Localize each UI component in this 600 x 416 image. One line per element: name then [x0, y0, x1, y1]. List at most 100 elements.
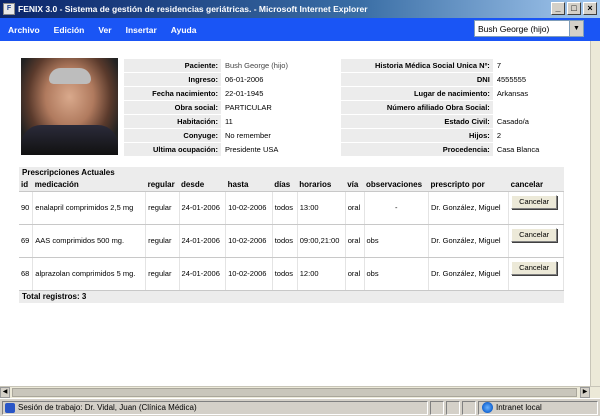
field-label: Conyuge:: [124, 129, 221, 142]
cell-prescripto: Dr. González, Miguel: [428, 257, 510, 291]
window-title: FENIX 3.0 - Sistema de gestión de reside…: [18, 4, 368, 14]
field-value: Bush George (hijo): [222, 59, 341, 72]
field-label: Obra social:: [124, 101, 221, 114]
menu-ayuda[interactable]: Ayuda: [171, 25, 197, 35]
cell-observaciones: -: [364, 191, 429, 225]
field-label: Número afiliado Obra Social:: [341, 101, 493, 114]
patient-info-row: Fecha nacimiento: 22-01-1945 Lugar de naci…: [124, 87, 563, 100]
cell-observaciones: obs: [364, 224, 429, 258]
menu-ver[interactable]: Ver: [98, 25, 111, 35]
table-row: 69 AAS comprimidos 500 mg. regular 24-01-20…: [19, 224, 564, 258]
table-row: 90 enalapril comprimidos 2,5 mg regular 24-…: [19, 191, 564, 225]
cell-cancelar: Cancelar: [508, 191, 564, 225]
cell-via: oral: [345, 257, 365, 291]
page-icon: [5, 402, 15, 413]
cell-prescripto: Dr. González, Miguel: [428, 224, 510, 258]
cell-regular: regular: [145, 191, 180, 225]
cell-dias: todos: [272, 191, 298, 225]
patient-info-row: Obra social: PARTICULAR Número afiliado Ob…: [124, 101, 563, 114]
window-title-bar[interactable]: F FENIX 3.0 - Sistema de gestión de resi…: [0, 0, 600, 18]
field-label: Habitación:: [124, 115, 221, 128]
field-label: Historia Médica Social Unica Nº:: [341, 59, 493, 72]
patient-info-row: Ultima ocupación: Presidente USA Procedenc…: [124, 143, 563, 156]
field-label: Procedencia:: [341, 143, 493, 156]
cancel-button[interactable]: Cancelar: [511, 260, 558, 275]
cell-prescripto: Dr. González, Miguel: [428, 191, 510, 225]
status-cell: [462, 400, 476, 415]
cell-medicacion: alprazolan comprimidos 5 mg.: [32, 257, 147, 291]
menu-edicion[interactable]: Edición: [54, 25, 85, 35]
cell-cancelar: Cancelar: [508, 257, 564, 291]
page-content: Paciente: Bush George (hijo) Historia Médi…: [0, 41, 590, 386]
prescriptions-table: id medicación regular desde hasta días horario…: [19, 178, 564, 291]
cell-cancelar: Cancelar: [508, 224, 564, 258]
column-header: cancelar: [508, 178, 564, 192]
cell-dias: todos: [272, 224, 298, 258]
cell-via: oral: [345, 191, 365, 225]
cell-hasta: 10-02-2006: [225, 224, 273, 258]
total-records: Total registros: 3: [19, 290, 564, 303]
status-cell: [446, 400, 460, 415]
cancel-button[interactable]: Cancelar: [511, 194, 558, 209]
patient-info-row: Habitación: 11 Estado Civil: Casado/a: [124, 115, 563, 128]
menu-archivo[interactable]: Archivo: [8, 25, 40, 35]
cell-medicacion: AAS comprimidos 500 mg.: [32, 224, 147, 258]
field-value: 7: [493, 59, 563, 72]
cancel-button[interactable]: Cancelar: [511, 227, 558, 242]
scroll-left-icon[interactable]: ◀: [0, 387, 10, 398]
field-value: 11: [222, 115, 341, 128]
field-label: Ultima ocupación:: [124, 143, 221, 156]
horizontal-scrollbar[interactable]: ◀ ▶: [0, 386, 600, 398]
cell-horarios: 09:00,21:00: [297, 224, 346, 258]
status-bar: Sesión de trabajo: Dr. Vidal, Juan (Clín…: [0, 398, 600, 416]
patient-select[interactable]: Bush George (hijo) ▼: [474, 20, 584, 37]
field-value: [493, 101, 563, 114]
scroll-thumb[interactable]: [12, 388, 577, 397]
cell-medicacion: enalapril comprimidos 2,5 mg: [32, 191, 147, 225]
field-label: Hijos:: [341, 129, 493, 142]
column-header: medicación: [32, 178, 146, 192]
status-session: Sesión de trabajo: Dr. Vidal, Juan (Clín…: [2, 400, 428, 415]
field-value: 06-01-2006: [222, 73, 341, 86]
patient-photo: [21, 58, 118, 155]
prescriptions-section: Prescripciones Actuales id medicación regu…: [19, 167, 564, 303]
cell-hasta: 10-02-2006: [225, 257, 273, 291]
field-value: Casa Blanca: [493, 143, 563, 156]
maximize-button[interactable]: □: [567, 2, 581, 15]
field-value: Casado/a: [493, 115, 563, 128]
cell-horarios: 12:00: [297, 257, 346, 291]
cell-regular: regular: [145, 257, 180, 291]
cell-desde: 24-01-2006: [179, 191, 227, 225]
intranet-globe-icon: [482, 402, 493, 413]
field-value: 4555555: [493, 73, 563, 86]
field-label: DNI: [341, 73, 493, 86]
field-value: 2: [493, 129, 563, 142]
minimize-button[interactable]: _: [551, 2, 565, 15]
cell-id: 69: [19, 224, 34, 258]
cell-dias: todos: [272, 257, 298, 291]
column-header: observaciones: [364, 178, 429, 192]
cell-via: oral: [345, 224, 365, 258]
cell-regular: regular: [145, 224, 180, 258]
close-button[interactable]: ×: [583, 2, 597, 15]
cell-desde: 24-01-2006: [179, 257, 227, 291]
column-header: hasta: [225, 178, 273, 192]
field-value: Presidente USA: [222, 143, 341, 156]
app-icon: F: [3, 3, 15, 15]
scroll-right-icon[interactable]: ▶: [580, 387, 590, 398]
zone-text: Intranet local: [496, 403, 542, 412]
cell-observaciones: obs: [364, 257, 429, 291]
cell-desde: 24-01-2006: [179, 224, 227, 258]
field-label: Lugar de nacimiento:: [341, 87, 493, 100]
patient-info-row: Paciente: Bush George (hijo) Historia Médi…: [124, 59, 563, 72]
column-header: horarios: [297, 178, 346, 192]
cell-id: 68: [19, 257, 34, 291]
menu-insertar[interactable]: Insertar: [126, 25, 157, 35]
column-header: vía: [345, 178, 364, 192]
column-header: regular: [145, 178, 180, 192]
chevron-down-icon[interactable]: ▼: [569, 21, 583, 36]
column-header: desde: [179, 178, 226, 192]
menu-bar: Archivo Edición Ver Insertar Ayuda Bush …: [0, 18, 600, 41]
cell-hasta: 10-02-2006: [225, 191, 273, 225]
vertical-scrollbar[interactable]: [590, 41, 600, 386]
